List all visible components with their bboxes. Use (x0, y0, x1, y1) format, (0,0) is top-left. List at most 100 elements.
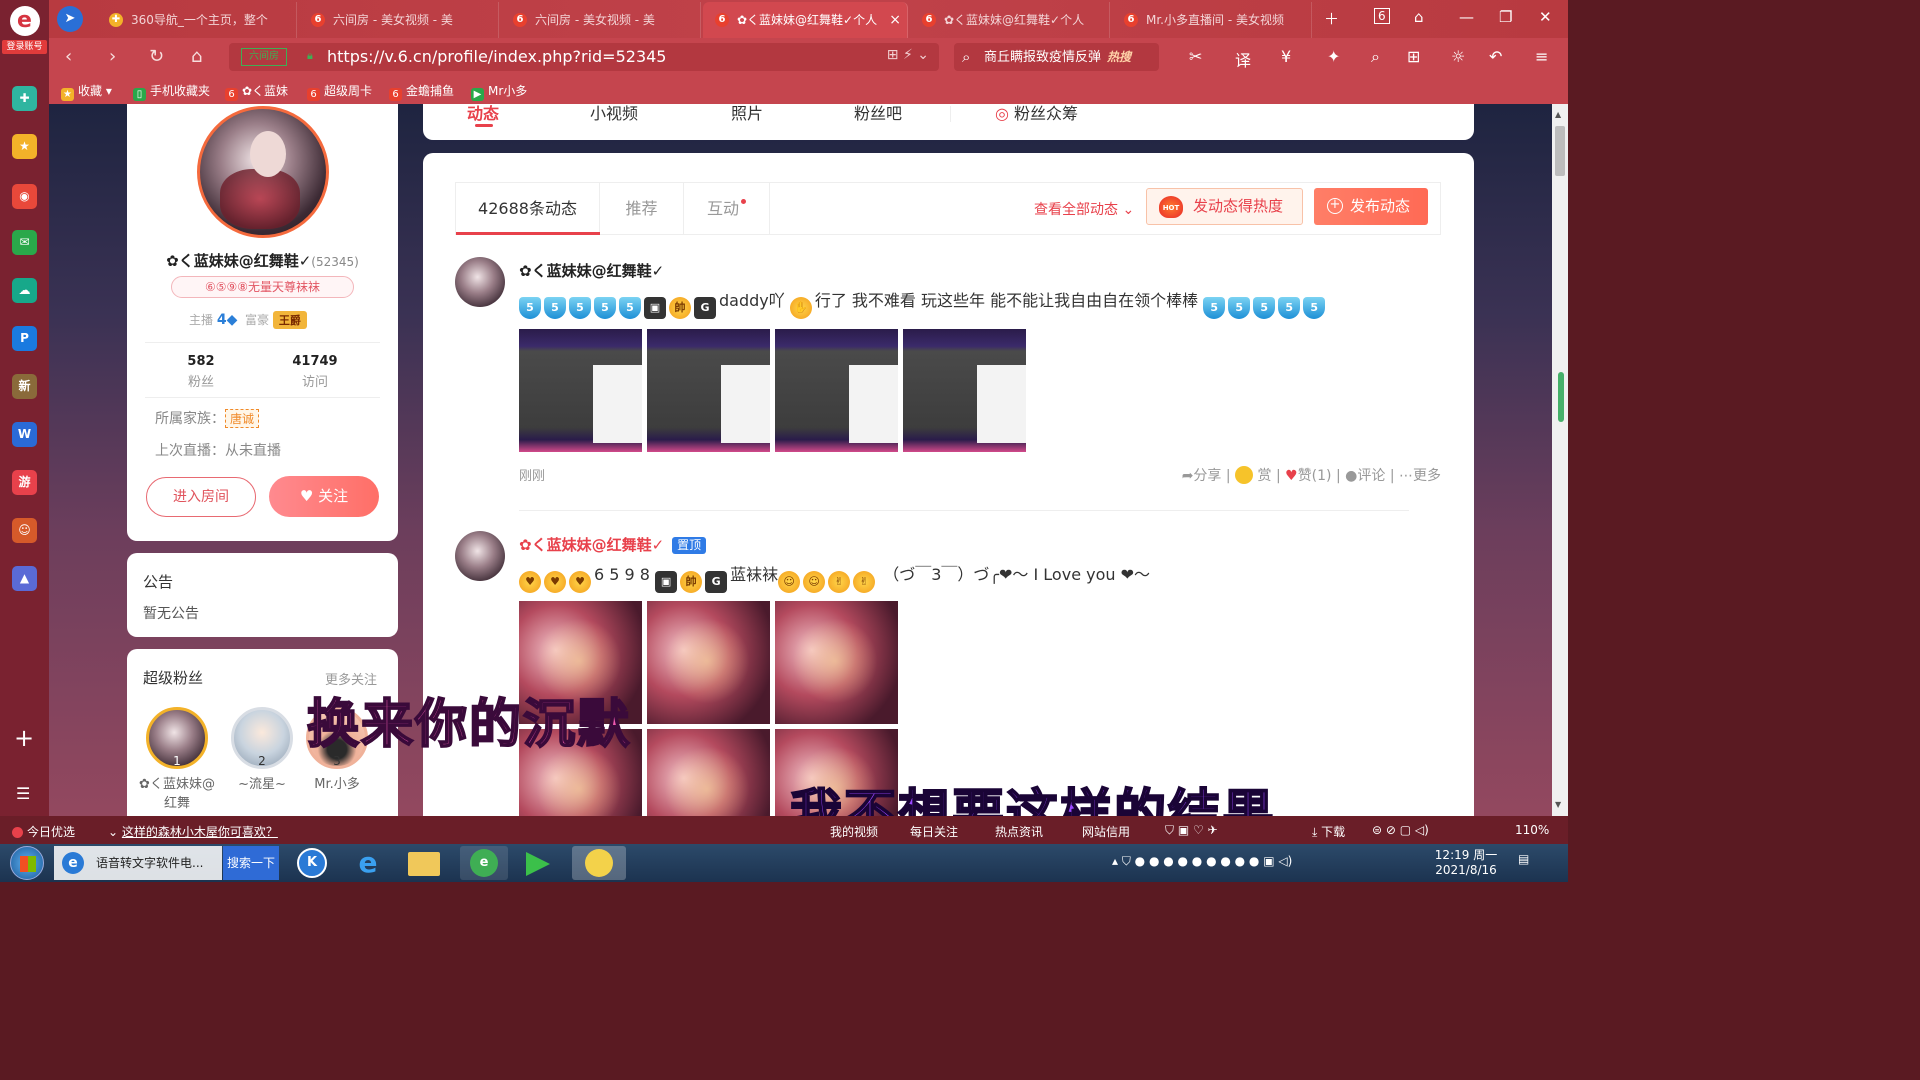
headline-link[interactable]: ⌄ 这样的森林小木屋你可喜欢？ (108, 823, 278, 840)
enter-room-button[interactable]: 进入房间 (146, 477, 256, 517)
status-tools-icon[interactable]: ⊜ ⊘ ▢ ◁) (1372, 823, 1429, 837)
refresh-icon[interactable]: ↻ (149, 46, 164, 67)
ie-icon[interactable]: e (346, 846, 390, 880)
coin-icon[interactable]: ¥ (1281, 47, 1291, 66)
like-button[interactable]: ♥赞(1) (1285, 468, 1331, 484)
post-image[interactable] (647, 729, 770, 816)
notification-icon[interactable]: ▤ (1518, 852, 1529, 866)
weibo-icon[interactable]: ◉ (12, 184, 37, 209)
back-icon[interactable]: ‹ (65, 46, 72, 67)
post-author[interactable]: ✿く蓝妹妹@红舞鞋✓ 置顶 (519, 534, 707, 555)
tab-360-nav[interactable]: ✚ 360导航_一个主页，整个 (97, 2, 297, 38)
tab-recommend[interactable]: 推荐 (600, 183, 684, 234)
view-all-dropdown[interactable]: 查看全部动态 ⌄ (1034, 199, 1134, 219)
game3-icon[interactable]: ▲ (12, 566, 37, 591)
publish-post-button[interactable]: + 发布动态 (1314, 188, 1428, 225)
player-icon[interactable] (514, 846, 562, 880)
bookmark-profile[interactable]: 6 ✿く蓝妹 (225, 82, 288, 101)
post-image[interactable] (903, 329, 1026, 452)
my-videos[interactable]: 我的视频 (830, 823, 878, 840)
download-button[interactable]: ⤓ 下载 (1312, 823, 1345, 840)
tray-icons[interactable]: ▴ ⛉ ● ● ● ● ● ● ● ● ● ▣ ◁) (1112, 854, 1292, 869)
scroll-down-icon[interactable]: ▼ (1555, 800, 1561, 809)
360-browser-icon[interactable]: e (460, 846, 508, 880)
share-button[interactable]: ➦分享 (1182, 468, 1222, 484)
chat-app-icon[interactable] (572, 846, 626, 880)
scroll-up-icon[interactable]: ▲ (1555, 110, 1561, 119)
scissors-icon[interactable]: ✂ (1189, 47, 1202, 66)
tab-interact[interactable]: 互动 (684, 183, 770, 234)
game-icon[interactable]: 游 (12, 470, 37, 495)
sun-icon[interactable]: ☼ (1451, 47, 1465, 66)
nav-photos[interactable]: 照片 (731, 104, 763, 124)
nav-dynamics[interactable]: 动态 (467, 104, 499, 124)
post-image[interactable] (647, 601, 770, 724)
more-button[interactable]: ⋯更多 (1399, 468, 1441, 484)
post-image[interactable] (775, 329, 898, 452)
close-window-icon[interactable]: ✕ (1539, 8, 1552, 26)
grid-icon[interactable]: ⊞ (1407, 47, 1420, 66)
url-text[interactable]: https://v.6.cn/profile/index.php?rid=523… (327, 47, 666, 66)
fan-item[interactable]: 2 ~流星~ (222, 707, 302, 794)
game2-icon[interactable]: ☺ (12, 518, 37, 543)
site-credit[interactable]: 网站信用 (1082, 823, 1130, 840)
gamepad-icon[interactable]: ✦ (1327, 47, 1340, 66)
restore-icon[interactable]: ❐ (1499, 8, 1512, 26)
today-picks[interactable]: 今日优选 (12, 823, 75, 840)
taskbar-search-button[interactable]: 搜索一下 (223, 846, 279, 880)
nav-crowdfund[interactable]: ◎ 粉丝众筹 (995, 104, 1078, 124)
tab-profile-active[interactable]: 6 ✿く蓝妹妹@红舞鞋✓个人 × (703, 2, 908, 38)
home-icon[interactable]: ⌂ (191, 46, 202, 67)
taskbar-app-active[interactable]: e 语音转文字软件电... (54, 846, 222, 880)
clock[interactable]: 12:19 周一 2021/8/16 (1432, 848, 1500, 878)
minimize-icon[interactable]: — (1459, 8, 1474, 26)
post-image[interactable] (647, 329, 770, 452)
compass-icon[interactable]: ✚ (12, 86, 37, 111)
avatar[interactable] (197, 106, 329, 238)
folder-icon[interactable] (402, 846, 446, 880)
url-field[interactable]: 六间房 🔒︎ https://v.6.cn/profile/index.php?… (229, 43, 939, 71)
post-avatar[interactable] (455, 257, 505, 307)
bookmark-weekcard[interactable]: 6 超级周卡 (307, 82, 372, 101)
mail-icon[interactable]: ✉ (12, 230, 37, 255)
reward-button[interactable]: 赏 (1235, 466, 1272, 484)
scroll-thumb[interactable] (1555, 126, 1565, 176)
post-image[interactable] (775, 601, 898, 724)
shirt-icon[interactable]: ⌂ (1414, 8, 1424, 26)
hot-news[interactable]: 热点资讯 (995, 823, 1043, 840)
bookmark-fishing[interactable]: 6 金蟾捕鱼 (389, 82, 454, 101)
magnifier-icon[interactable]: ⌕ (1371, 47, 1380, 67)
star-icon[interactable]: ★ (12, 134, 37, 159)
news-icon[interactable]: 新 (12, 374, 37, 399)
login-label[interactable]: 登录账号 (2, 40, 47, 54)
pay-icon[interactable]: P (12, 326, 37, 351)
forward-icon[interactable]: › (109, 46, 116, 67)
post-image[interactable] (519, 329, 642, 452)
k-app-icon[interactable]: K (290, 846, 334, 880)
shield-icon[interactable]: ⛉ ▣ ♡ ✈ (1165, 823, 1218, 838)
start-button[interactable] (10, 846, 44, 880)
search-input[interactable]: ⌕ 商丘瞒报致疫情反弹 热搜 (954, 43, 1159, 71)
fans-stat[interactable]: 582 粉丝 (151, 354, 251, 390)
url-tools-icon[interactable]: ⊞ ⚡ ⌄ (887, 47, 929, 63)
post-author[interactable]: ✿く蓝妹妹@红舞鞋✓ (519, 260, 664, 281)
new-tab-icon[interactable]: ＋ (1324, 8, 1339, 29)
tab-all-posts[interactable]: 42688条动态 (456, 183, 600, 234)
comment-button[interactable]: ●评论 (1345, 468, 1385, 484)
tab-6cn-1[interactable]: 6 六间房 - 美女视频 - 美 (299, 2, 499, 38)
vertical-scrollbar[interactable]: ▲ ▼ (1552, 104, 1568, 816)
bookmark-mrxiaoduo[interactable]: ▶ Mr小多 (471, 82, 527, 101)
post-avatar[interactable] (455, 531, 505, 581)
post-for-heat-button[interactable]: HOT 发动态得热度 (1146, 188, 1303, 225)
browser-logo[interactable]: e 登录账号 (2, 6, 47, 60)
undo-icon[interactable]: ↶ (1489, 47, 1502, 66)
cloud-icon[interactable]: ☁ (12, 278, 37, 303)
daily-follow[interactable]: 每日关注 (910, 823, 958, 840)
nav-fan-bar[interactable]: 粉丝吧 (854, 104, 902, 124)
bookmark-favorites[interactable]: ★ 收藏 ▾ (61, 82, 112, 101)
follow-button[interactable]: ♥ 关注 (269, 476, 379, 517)
tab-profile-2[interactable]: 6 ✿く蓝妹妹@红舞鞋✓个人 (910, 2, 1110, 38)
nav-short-video[interactable]: 小视频 (590, 104, 638, 124)
add-icon[interactable]: + (14, 726, 34, 750)
bookmark-mobile[interactable]: ▯ 手机收藏夹 (133, 82, 210, 101)
